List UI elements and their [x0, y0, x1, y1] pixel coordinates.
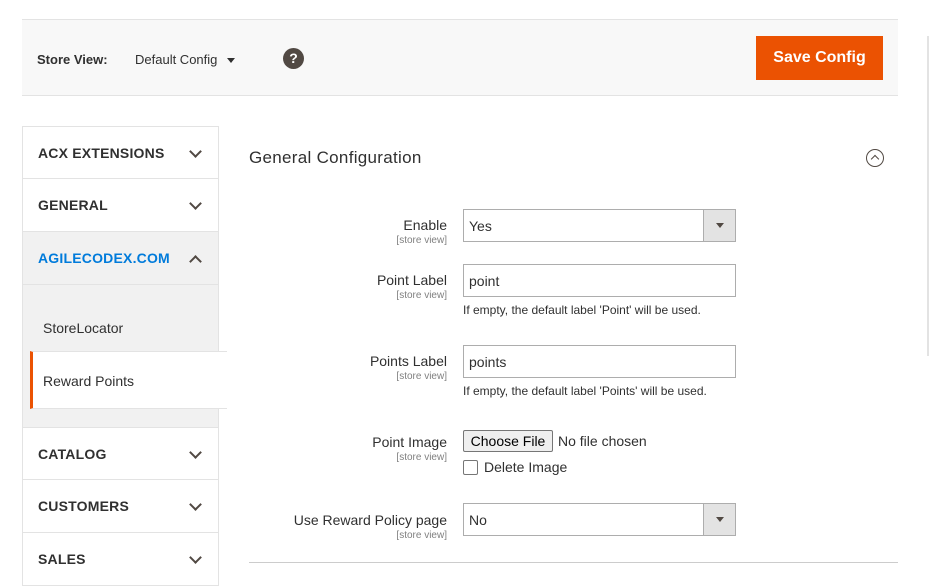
- point-label-scope: [store view]: [396, 290, 447, 301]
- point-image-label: Point Image: [372, 434, 447, 450]
- sidebar-section-acx-extensions[interactable]: ACX EXTENSIONS: [22, 126, 219, 179]
- sidebar-section-label: AGILECODEX.COM: [38, 250, 170, 266]
- collapse-section-icon[interactable]: [866, 149, 884, 167]
- chevron-down-icon: [189, 498, 202, 511]
- chevron-down-icon: [189, 551, 202, 564]
- sidebar-item-label: StoreLocator: [43, 320, 124, 336]
- sidebar-section-sales[interactable]: SALES: [22, 533, 219, 586]
- sidebar-item-reward-points[interactable]: Reward Points: [30, 351, 227, 409]
- reward-policy-select[interactable]: No: [463, 503, 736, 536]
- points-label-input[interactable]: points: [463, 345, 736, 378]
- caret-down-icon[interactable]: [227, 58, 235, 63]
- save-config-button[interactable]: Save Config: [756, 36, 883, 80]
- store-view-label: Store View:: [37, 52, 108, 67]
- sidebar-section-label: GENERAL: [38, 197, 108, 213]
- sidebar-section-label: CATALOG: [38, 446, 107, 462]
- dropdown-arrow-icon[interactable]: [703, 210, 735, 241]
- point-label-note: If empty, the default label 'Point' will…: [463, 303, 701, 317]
- point-label-input[interactable]: point: [463, 264, 736, 297]
- choose-file-button[interactable]: Choose File: [463, 430, 553, 452]
- enable-select[interactable]: Yes: [463, 209, 736, 242]
- delete-image-checkbox[interactable]: [463, 460, 478, 475]
- sidebar-section-label: CUSTOMERS: [38, 498, 129, 514]
- chevron-down-icon: [189, 145, 202, 158]
- sidebar-section-general[interactable]: GENERAL: [22, 179, 219, 232]
- delete-image-label[interactable]: Delete Image: [484, 459, 567, 475]
- chevron-down-icon: [189, 197, 202, 210]
- section-title[interactable]: General Configuration: [249, 148, 422, 168]
- sidebar-item-storelocator[interactable]: StoreLocator: [23, 299, 219, 355]
- point-image-scope: [store view]: [396, 452, 447, 463]
- points-label-value: points: [469, 354, 507, 370]
- enable-value: Yes: [469, 218, 492, 234]
- sidebar-section-agilecodex[interactable]: AGILECODEX.COM: [22, 232, 219, 285]
- reward-policy-value: No: [469, 512, 487, 528]
- sidebar-section-label: ACX EXTENSIONS: [38, 145, 165, 161]
- sidebar-section-label: SALES: [38, 551, 86, 567]
- reward-policy-scope: [store view]: [396, 530, 447, 541]
- store-view-switcher[interactable]: Default Config: [135, 52, 217, 67]
- enable-scope: [store view]: [396, 235, 447, 246]
- sidebar-subitems: StoreLocator Reward Points: [22, 285, 227, 427]
- point-label-value: point: [469, 273, 500, 289]
- points-label-label: Points Label: [369, 353, 447, 369]
- sidebar-item-label: Reward Points: [43, 373, 135, 389]
- file-status: No file chosen: [558, 433, 647, 449]
- config-sidebar: ACX EXTENSIONS GENERAL AGILECODEX.COM St…: [22, 126, 227, 586]
- chevron-up-icon: [189, 255, 202, 268]
- sidebar-section-customers[interactable]: CUSTOMERS: [22, 480, 219, 533]
- point-label-label: Point Label: [376, 272, 447, 288]
- help-icon[interactable]: ?: [283, 48, 304, 69]
- points-label-scope: [store view]: [396, 371, 447, 382]
- chevron-down-icon: [189, 446, 202, 459]
- reward-policy-label: Use Reward Policy page: [293, 512, 447, 528]
- section-divider: [249, 562, 898, 563]
- enable-label: Enable: [403, 217, 447, 233]
- points-label-note: If empty, the default label 'Points' wil…: [463, 384, 707, 398]
- store-view-bar: Store View: Default Config ? Save Config: [22, 20, 898, 96]
- sidebar-section-catalog[interactable]: CATALOG: [22, 427, 219, 480]
- dropdown-arrow-icon[interactable]: [703, 504, 735, 535]
